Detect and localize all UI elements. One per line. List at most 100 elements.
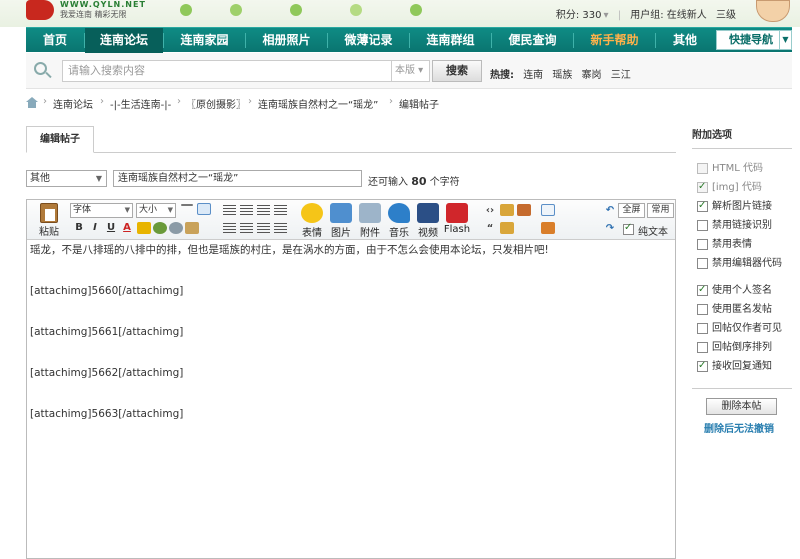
breadcrumb-forum[interactable]: 连南论坛 — [53, 96, 93, 111]
breadcrumb-current: 编辑帖子 — [399, 100, 439, 111]
align-left-icon[interactable] — [223, 205, 236, 216]
video-button[interactable]: 视频 — [413, 203, 443, 239]
nav-other[interactable]: 其他 — [656, 28, 714, 53]
option-label: 使用个人签名 — [712, 285, 772, 296]
justify-icon[interactable] — [274, 205, 287, 216]
site-logo[interactable]: WWW.QYLN.NET 我爱连南 精彩无限 — [26, 0, 166, 22]
hide-icon[interactable] — [500, 204, 514, 216]
page-icon[interactable] — [541, 204, 555, 216]
common-button[interactable]: 常用 — [647, 203, 674, 218]
breadcrumb-board[interactable]: 〖原创摄影〗 — [186, 96, 246, 111]
lock-icon[interactable] — [500, 222, 514, 234]
flash-button[interactable]: Flash — [442, 203, 472, 235]
bold-icon[interactable]: B — [72, 221, 86, 235]
unlink-icon[interactable] — [169, 222, 183, 234]
font-select[interactable]: 字体 ▼ — [70, 203, 133, 218]
flash-label: Flash — [443, 224, 471, 235]
editor-textarea[interactable]: 瑶龙，不是八排瑶的八排中的排，但也是瑶族的村庄，是在涡水的方面，由于不怎么会使用… — [30, 243, 670, 448]
option-label: 禁用表情 — [712, 239, 752, 250]
nav-weibo[interactable]: 微薄记录 — [328, 28, 409, 53]
redo-icon[interactable]: ↷ — [603, 222, 617, 236]
size-select[interactable]: 大小 ▼ — [136, 203, 176, 218]
paste-icon — [40, 203, 58, 223]
home-icon[interactable] — [26, 97, 38, 108]
unordered-list-icon[interactable] — [274, 223, 287, 234]
code-icon[interactable]: ‹› — [483, 204, 497, 218]
breadcrumb-section[interactable]: -|-生活连南-|- — [110, 96, 171, 111]
align-right-icon[interactable] — [257, 205, 270, 216]
nav-groups[interactable]: 连南群组 — [410, 28, 491, 53]
attach-label: 附件 — [360, 228, 380, 239]
remaining-chars: 还可输入 80 个字符 — [368, 173, 460, 188]
option-disable-bbcode[interactable]: 禁用编辑器代码 — [692, 257, 792, 270]
horizontal-rule-icon[interactable] — [181, 204, 193, 206]
fullscreen-button[interactable]: 全屏 — [618, 203, 645, 218]
avatar[interactable] — [756, 0, 790, 22]
option-reverse-order[interactable]: 回帖倒序排列 — [692, 341, 792, 354]
delete-post-button[interactable]: 删除本帖 — [706, 398, 777, 415]
table-icon[interactable] — [197, 203, 211, 215]
nav-help[interactable]: 新手帮助 — [574, 28, 655, 53]
nav-home-space[interactable]: 连南家园 — [164, 28, 245, 53]
nav-forum[interactable]: 连南论坛 — [85, 28, 163, 53]
nav-lookup[interactable]: 便民查询 — [492, 28, 573, 53]
attach-button[interactable]: 附件 — [355, 203, 385, 239]
category-select[interactable]: 其他 ▼ — [26, 170, 107, 187]
smiley-icon — [301, 203, 323, 223]
paste-label: 粘贴 — [39, 227, 59, 238]
option-notify[interactable]: 接收回复通知 — [692, 359, 792, 373]
option-disable-smilies[interactable]: 禁用表情 — [692, 238, 792, 251]
image-label: 图片 — [331, 228, 351, 239]
search-button[interactable]: 搜索 — [432, 60, 482, 82]
sign-icon[interactable] — [541, 222, 555, 234]
category-label: 其他 — [30, 173, 50, 184]
nav-album[interactable]: 相册照片 — [246, 28, 327, 53]
quick-nav-button[interactable]: 快捷导航 ▼ — [716, 30, 792, 50]
free-icon[interactable] — [517, 204, 531, 216]
font-color-icon[interactable]: A — [120, 221, 134, 235]
points-link[interactable]: 积分: 330 — [556, 10, 602, 21]
option-img-code[interactable]: [img] 代码 — [692, 180, 792, 194]
ordered-list-icon[interactable] — [257, 223, 270, 234]
option-parse-image-links[interactable]: 解析图片链接 — [692, 199, 792, 213]
option-html-code[interactable]: HTML 代码 — [692, 162, 792, 175]
align-center-icon[interactable] — [240, 205, 253, 216]
image-button[interactable]: 图片 — [326, 203, 356, 239]
hot-item[interactable]: 连南 — [523, 70, 543, 81]
nav-home[interactable]: 首页 — [26, 28, 84, 53]
highlight-icon[interactable] — [137, 222, 151, 234]
option-anonymous[interactable]: 使用匿名发帖 — [692, 303, 792, 316]
search-icon — [34, 62, 52, 80]
emoji-button[interactable]: 表情 — [297, 203, 327, 239]
option-label: 禁用编辑器代码 — [712, 258, 782, 269]
quote-icon[interactable]: “ — [483, 222, 497, 236]
underline-icon[interactable]: U — [104, 221, 118, 235]
title-input[interactable]: 连南瑶族自然村之一“瑶龙” — [113, 170, 362, 187]
float-right-icon[interactable] — [240, 223, 253, 234]
hot-label: 热搜: — [490, 70, 514, 81]
extra-options-title: 附加选项 — [692, 130, 732, 141]
paperclip-icon — [359, 203, 381, 223]
flash-icon — [446, 203, 468, 223]
hot-item[interactable]: 三江 — [611, 70, 631, 81]
breadcrumb-thread[interactable]: 连南瑶族自然村之一“瑶龙” — [258, 96, 378, 111]
plaintext-checkbox[interactable] — [623, 222, 634, 235]
music-button[interactable]: 音乐 — [384, 203, 414, 239]
usergroup-link[interactable]: 用户组: 在线新人 — [630, 10, 707, 21]
float-left-icon[interactable] — [223, 223, 236, 234]
hot-item[interactable]: 寨岗 — [582, 70, 602, 81]
option-use-signature[interactable]: 使用个人签名 — [692, 283, 792, 297]
hot-item[interactable]: 瑶族 — [552, 70, 572, 81]
undo-icon[interactable]: ↶ — [603, 204, 617, 218]
logo-site: WWW.QYLN.NET — [60, 0, 146, 9]
search-scope-select[interactable]: 本版 ▾ — [392, 60, 430, 82]
option-disable-url[interactable]: 禁用链接识别 — [692, 219, 792, 232]
link-icon[interactable] — [153, 222, 167, 234]
italic-icon[interactable]: I — [88, 221, 102, 235]
clear-format-icon[interactable] — [185, 222, 199, 234]
content-line: [attachimg]5660[/attachimg] — [30, 285, 184, 297]
option-author-only[interactable]: 回帖仅作者可见 — [692, 322, 792, 335]
paste-button[interactable]: 粘贴 — [37, 203, 61, 238]
tab-edit-post[interactable]: 编辑帖子 — [26, 126, 94, 153]
search-input[interactable]: 请输入搜索内容 — [62, 60, 392, 82]
